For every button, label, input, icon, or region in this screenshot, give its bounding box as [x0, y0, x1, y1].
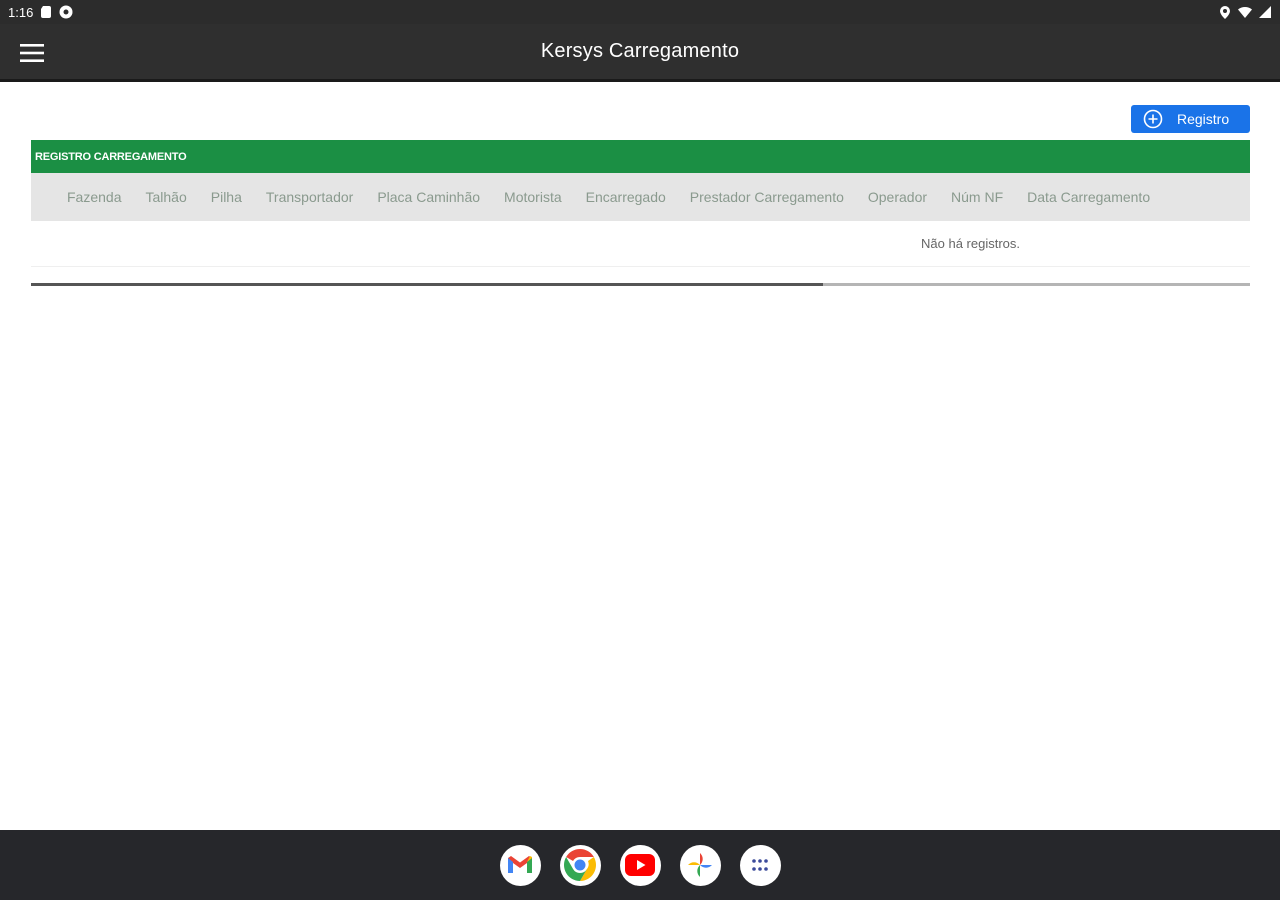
app-bar: Kersys Carregamento: [0, 24, 1280, 82]
sd-card-icon: [39, 5, 53, 19]
signal-icon: [1258, 5, 1272, 19]
status-right: [1218, 5, 1272, 19]
column-header-prestador-carregamento[interactable]: Prestador Carregamento: [690, 189, 844, 205]
column-header-fazenda[interactable]: Fazenda: [67, 189, 121, 205]
records-table: REGISTRO CARREGAMENTO Fazenda Talhão Pil…: [31, 140, 1250, 267]
column-header-operador[interactable]: Operador: [868, 189, 927, 205]
add-button-label: Registro: [1177, 111, 1230, 127]
hamburger-menu-button[interactable]: [14, 38, 50, 68]
photos-icon[interactable]: [679, 844, 721, 886]
add-circle-icon: [1143, 109, 1163, 129]
column-header-encarregado[interactable]: Encarregado: [586, 189, 666, 205]
empty-message: Não há registros.: [921, 236, 1020, 251]
status-bar: 1:16: [0, 0, 1280, 24]
column-header-pilha[interactable]: Pilha: [211, 189, 242, 205]
chrome-icon[interactable]: [559, 844, 601, 886]
table-title: REGISTRO CARREGAMENTO: [31, 140, 1250, 173]
column-header-data-carregamento[interactable]: Data Carregamento: [1027, 189, 1150, 205]
add-registro-button[interactable]: Registro: [1131, 105, 1250, 133]
empty-table-row: Não há registros.: [31, 221, 1250, 267]
hamburger-icon: [20, 44, 44, 62]
column-header-transportador[interactable]: Transportador: [266, 189, 353, 205]
location-icon: [1218, 5, 1232, 19]
taskbar-dock: [0, 830, 1280, 900]
column-header-placa-caminhao[interactable]: Placa Caminhão: [377, 189, 480, 205]
column-header-motorista[interactable]: Motorista: [504, 189, 562, 205]
app-drawer-icon[interactable]: [739, 844, 781, 886]
status-left: 1:16: [8, 5, 73, 20]
table-header-row: Fazenda Talhão Pilha Transportador Placa…: [31, 173, 1250, 221]
status-time: 1:16: [8, 4, 34, 20]
youtube-icon[interactable]: [619, 844, 661, 886]
scrollbar-thumb[interactable]: [31, 283, 824, 286]
column-header-num-nf[interactable]: Núm NF: [951, 189, 1003, 205]
column-header-talhao[interactable]: Talhão: [145, 189, 186, 205]
wifi-icon: [1238, 5, 1252, 19]
page-title: Kersys Carregamento: [540, 40, 740, 62]
gmail-icon[interactable]: [499, 844, 541, 886]
horizontal-scrollbar[interactable]: [31, 283, 1250, 286]
settings-circle-icon: [59, 5, 73, 19]
